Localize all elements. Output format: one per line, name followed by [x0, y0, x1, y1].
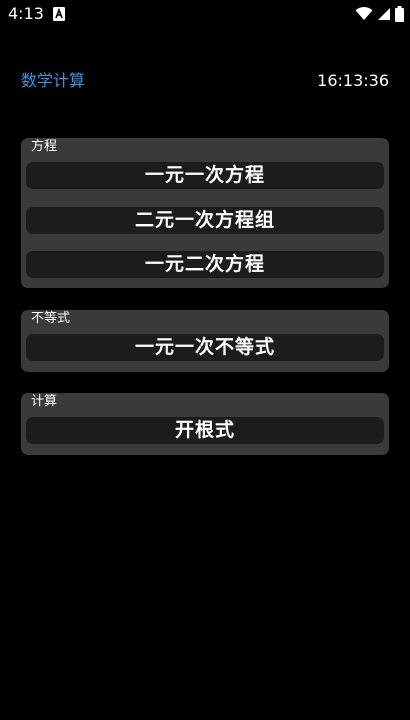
group-label: 不等式 — [31, 311, 71, 326]
group-label: 方程 — [31, 139, 58, 154]
group-equations: 方程 一元一次方程 二元一次方程组 一元二次方程 — [21, 138, 389, 288]
app-title: 数学计算 — [21, 71, 86, 90]
quadratic-equation-button[interactable]: 一元二次方程 — [26, 251, 384, 278]
group-calculation: 计算 开根式 — [21, 393, 389, 455]
a-text-icon — [53, 6, 65, 21]
clock: 16:13:36 — [317, 71, 389, 90]
wifi-icon — [355, 7, 373, 21]
cell-signal-icon — [377, 7, 391, 21]
group-label: 计算 — [31, 394, 58, 409]
battery-icon — [395, 6, 404, 22]
linear-system-button[interactable]: 二元一次方程组 — [26, 207, 384, 234]
square-root-button[interactable]: 开根式 — [26, 417, 384, 444]
linear-inequality-button[interactable]: 一元一次不等式 — [26, 334, 384, 361]
linear-equation-button[interactable]: 一元一次方程 — [26, 162, 384, 189]
status-bar: 4:13 — [0, 0, 410, 28]
status-icons — [355, 4, 404, 24]
group-inequalities: 不等式 一元一次不等式 — [21, 310, 389, 372]
status-time: 4:13 — [8, 4, 44, 23]
